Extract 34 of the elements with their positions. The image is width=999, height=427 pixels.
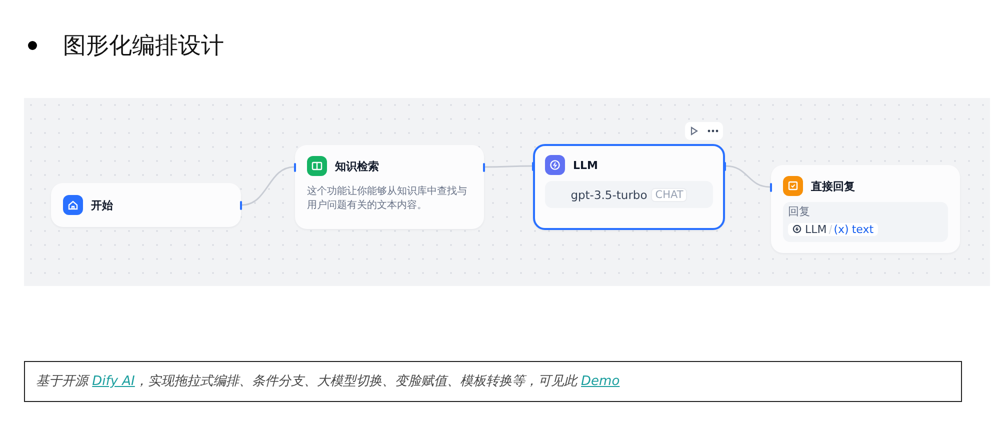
node-handle[interactable] xyxy=(724,162,726,171)
model-selector[interactable]: gpt-3.5-turbo CHAT xyxy=(545,181,713,208)
variable-name: text xyxy=(852,222,874,236)
workflow-node[interactable]: 直接回复 回复 LLM (x) text xyxy=(771,165,960,253)
node-handle[interactable] xyxy=(483,163,485,172)
node-title: LLM xyxy=(573,158,598,172)
edge-line xyxy=(242,166,294,206)
mode-tag: CHAT xyxy=(651,188,688,202)
node-title: 知识检索 xyxy=(335,158,379,174)
bullet-icon xyxy=(28,40,37,50)
run-icon[interactable] xyxy=(689,126,699,136)
workflow-node[interactable]: 开始 xyxy=(51,183,241,227)
reply-label: 回复 xyxy=(788,204,811,219)
node-title: 直接回复 xyxy=(811,178,855,194)
node-title: 开始 xyxy=(91,198,113,212)
workflow-node[interactable]: 知识检索 这个功能让你能够从知识库中查找与用户问题有关的文本内容。 xyxy=(295,145,484,229)
heading: 图形化编排设计 xyxy=(63,32,224,60)
variable-marker: (x) xyxy=(834,222,849,236)
workflow-node[interactable]: LLM gpt-3.5-turbo CHAT xyxy=(533,144,725,230)
edge-line xyxy=(485,165,532,168)
more-icon[interactable] xyxy=(707,129,719,133)
node-handle[interactable] xyxy=(532,162,534,171)
source-label: LLM xyxy=(805,222,827,236)
node-icon xyxy=(63,195,83,215)
edge-line xyxy=(726,165,770,188)
node-handle[interactable] xyxy=(770,183,772,192)
node-icon xyxy=(545,155,565,175)
caption-text: 基于开源 Dify AI，实现拖拉式编排、条件分支、大模型切换、变脸赋值、模板转换等，可见此 Demo xyxy=(24,361,962,402)
node-handle[interactable] xyxy=(240,201,242,210)
node-icon xyxy=(307,156,327,176)
llm-icon xyxy=(792,224,802,234)
node-handle[interactable] xyxy=(294,163,296,172)
node-icon xyxy=(783,176,803,196)
node-description: 这个功能让你能够从知识库中查找与用户问题有关的文本内容。 xyxy=(306,184,468,213)
